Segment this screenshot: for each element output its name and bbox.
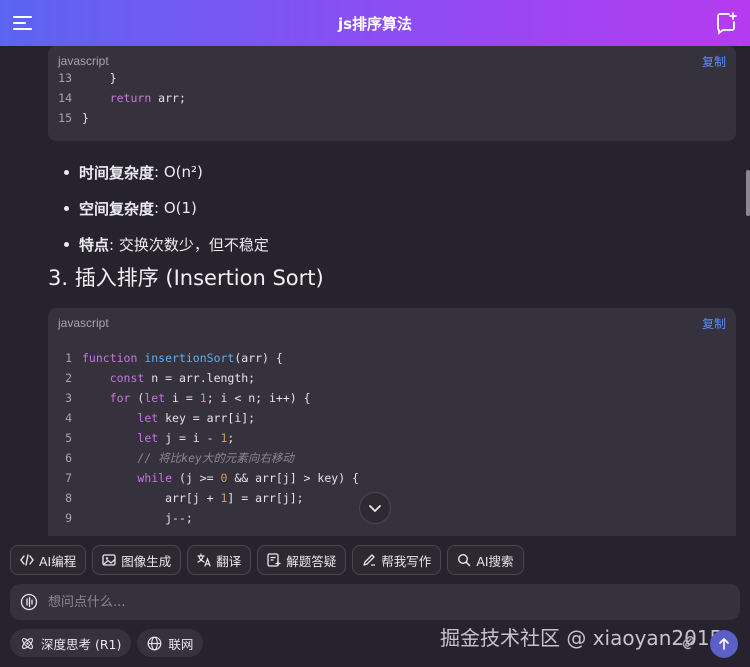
copy-button[interactable]: 复制 [702, 315, 726, 332]
image-generation-button[interactable]: 图像生成 [92, 545, 182, 575]
voice-icon[interactable] [20, 593, 38, 611]
code-body: 1 function insertionSort(arr) { 2 const n… [48, 348, 736, 528]
writing-assistant-button[interactable]: 帮我写作 [352, 545, 442, 575]
page-title: js排序算法 [337, 14, 413, 33]
copy-button[interactable]: 复制 [702, 53, 726, 70]
chevron-down-icon [369, 505, 381, 512]
arrow-up-icon [719, 638, 729, 650]
ai-coding-button[interactable]: AI编程 [10, 545, 87, 575]
chat-content: javascript 复制 13 } 14 return arr; 15} 时间… [0, 46, 750, 536]
app-header: js排序算法 [0, 0, 750, 46]
code-line: 15} [58, 111, 89, 125]
bullet-list: 时间复杂度: O(n²) 空间复杂度: O(1) 特点: 交换次数少，但不稳定 [64, 154, 269, 262]
globe-icon [147, 636, 162, 650]
code-block: javascript 复制 1 function insertionSort(ar… [48, 308, 736, 536]
code-line: 14 return arr; [58, 91, 186, 105]
deep-think-toggle[interactable]: 深度思考 (R1) [10, 629, 132, 657]
list-item: 特点: 交换次数少，但不稳定 [64, 226, 269, 262]
code-block-header: javascript 复制 [48, 308, 736, 338]
code-line: 9 j--; [65, 511, 193, 525]
message-input-container [10, 584, 740, 620]
ai-search-button[interactable]: AI搜索 [447, 545, 524, 575]
bullet-dot [64, 205, 69, 211]
menu-icon[interactable] [12, 13, 34, 33]
scroll-down-button[interactable] [359, 492, 391, 524]
code-line: 6 // 将比key大的元素向右移动 [65, 451, 294, 465]
problem-solving-button[interactable]: 解题答疑 [257, 545, 347, 575]
section-heading: 3. 插入排序 (Insertion Sort) [48, 266, 324, 290]
question-icon [267, 553, 281, 567]
image-icon [102, 554, 116, 566]
code-line: 13 } [58, 71, 117, 85]
code-block: javascript 复制 13 } 14 return arr; 15} [48, 46, 736, 141]
new-chat-icon[interactable] [714, 11, 738, 35]
translate-icon [197, 553, 211, 567]
translate-button[interactable]: 翻译 [187, 545, 252, 575]
message-input[interactable] [48, 594, 688, 610]
paperclip-icon[interactable] [680, 634, 696, 650]
code-language: javascript [58, 316, 109, 330]
atom-icon [21, 637, 34, 649]
code-line: 2 const n = arr.length; [65, 371, 256, 385]
bullet-dot [64, 241, 69, 247]
list-item: 空间复杂度: O(1) [64, 190, 269, 226]
list-item: 时间复杂度: O(n²) [64, 154, 269, 190]
code-line: 8 arr[j + 1] = arr[j]; [65, 491, 304, 505]
send-button[interactable] [710, 630, 738, 658]
code-line: 3 for (let i = 1; i < n; i++) { [65, 391, 311, 405]
code-language: javascript [58, 54, 109, 68]
pen-icon [363, 554, 376, 566]
code-line: 4 let key = arr[i]; [65, 411, 256, 425]
code-line: 7 while (j >= 0 && arr[j] > key) { [65, 471, 359, 485]
code-line: 1 function insertionSort(arr) { [65, 351, 283, 365]
code-icon [20, 554, 34, 566]
scrollbar-thumb[interactable] [746, 170, 750, 216]
web-search-toggle[interactable]: 联网 [137, 629, 204, 657]
bullet-dot [64, 169, 69, 175]
feature-toolbar: AI编程 图像生成 翻译 解题答疑 帮我写作 AI搜索 [10, 545, 524, 575]
search-icon [458, 553, 471, 567]
code-line: 5 let j = i - 1; [65, 431, 235, 445]
bottom-options: 深度思考 (R1) 联网 [10, 629, 204, 657]
